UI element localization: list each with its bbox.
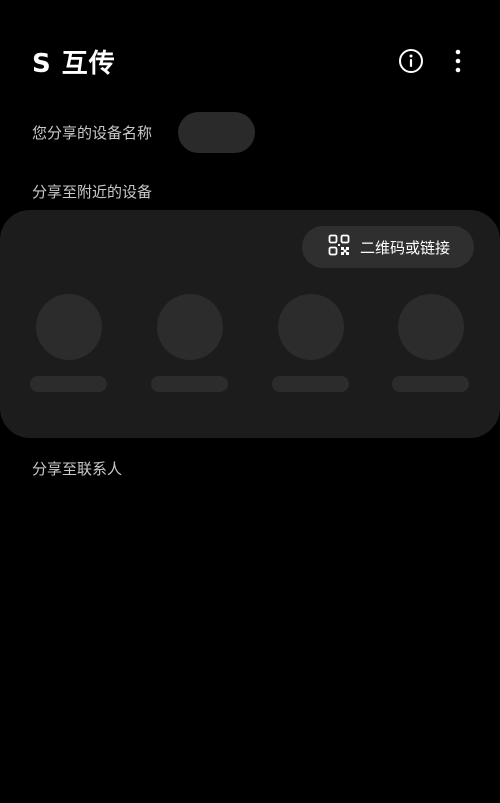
- device-name-field[interactable]: [178, 112, 255, 153]
- more-vertical-icon: [454, 49, 462, 77]
- device-avatar-placeholder: [157, 294, 223, 360]
- page-title: S 互传: [32, 49, 116, 79]
- contacts-label: 分享至联系人: [32, 460, 123, 478]
- nearby-devices-label: 分享至附近的设备: [32, 183, 153, 201]
- nearby-device-placeholder: [151, 294, 231, 394]
- device-avatar-placeholder: [36, 294, 102, 360]
- nearby-device-placeholder: [30, 294, 110, 394]
- device-avatar-placeholder: [398, 294, 464, 360]
- qr-code-icon: [328, 234, 350, 260]
- app-header: S 互传: [0, 0, 500, 120]
- nearby-device-placeholder: [272, 294, 352, 394]
- device-name-placeholder: [30, 376, 107, 392]
- device-name-placeholder: [392, 376, 469, 392]
- more-options-button[interactable]: [438, 43, 478, 83]
- device-name-label: 您分享的设备名称: [32, 124, 153, 142]
- device-name-placeholder: [151, 376, 228, 392]
- qr-button-label: 二维码或链接: [359, 238, 450, 257]
- info-circle-icon: [398, 48, 424, 78]
- nearby-devices-card: 二维码或链接: [0, 210, 500, 438]
- info-button[interactable]: [391, 43, 431, 83]
- qr-code-or-link-button[interactable]: 二维码或链接: [301, 226, 474, 268]
- nearby-device-placeholder: [392, 294, 472, 394]
- device-name-placeholder: [272, 376, 349, 392]
- device-avatar-placeholder: [278, 294, 344, 360]
